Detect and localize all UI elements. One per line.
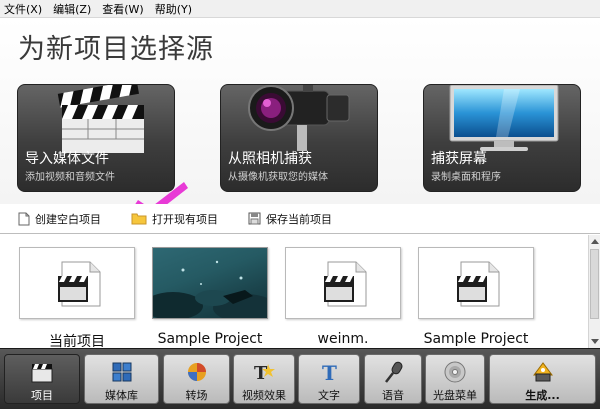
project-thumbnail: [285, 247, 401, 319]
project-thumbnail: [418, 247, 534, 319]
page-title: 为新项目选择源: [18, 34, 214, 65]
clapperboard-file-icon: [457, 261, 500, 307]
new-blank-project-button[interactable]: 创建空白项目: [18, 211, 101, 227]
transition-icon: [187, 363, 206, 381]
project-list-scrollbar[interactable]: [588, 235, 600, 348]
nav-project[interactable]: 项目: [4, 354, 80, 404]
new-blank-project-label: 创建空白项目: [35, 212, 101, 226]
monitor-icon: [449, 85, 559, 151]
project-thumbnail: [19, 247, 135, 319]
capture-screen-button[interactable]: 捕获屏幕 录制桌面和程序: [423, 84, 581, 192]
project-name: Sample Project: [423, 331, 529, 347]
text-icon: T: [322, 361, 337, 383]
project-list: 当前项目 Sample Project weinm. Sample Projec…: [0, 235, 588, 350]
import-media-button[interactable]: 导入媒体文件 添加视频和音频文件: [17, 84, 175, 192]
clapperboard-file-icon: [324, 261, 367, 307]
nav-produce[interactable]: 生成...: [489, 354, 596, 404]
open-project-button[interactable]: 打开现有项目: [131, 211, 218, 227]
scroll-down-arrow[interactable]: [591, 339, 599, 344]
nav-text-label: 文字: [318, 389, 340, 402]
menu-file[interactable]: 文件(X): [4, 1, 42, 17]
nav-narration-label: 语音: [382, 389, 404, 402]
scroll-thumb[interactable]: [590, 249, 599, 319]
underwater-photo: [152, 247, 268, 319]
nav-media-library-label: 媒体库: [105, 389, 138, 402]
nav-narration[interactable]: 语音: [364, 354, 422, 404]
source-area: 为新项目选择源 导入媒体文件 添加视频和音频文件 从照相机捕获 从摄像机获取您的…: [0, 18, 600, 216]
save-icon: [248, 212, 261, 225]
menu-view[interactable]: 查看(W): [102, 1, 143, 17]
video-effects-icon: T: [254, 363, 275, 383]
nav-video-effects-label: 视频效果: [242, 389, 286, 402]
blank-document-icon: [18, 212, 30, 225]
folder-icon: [131, 213, 147, 225]
project-toolbar: 创建空白项目 打开现有项目 保存当前项目: [0, 204, 600, 234]
nav-transitions[interactable]: 转场: [163, 354, 230, 404]
nav-text[interactable]: T 文字: [298, 354, 360, 404]
nav-disc-menu-label: 光盘菜单: [433, 389, 477, 402]
save-project-button[interactable]: 保存当前项目: [248, 211, 332, 227]
capture-screen-sub: 录制桌面和程序: [431, 172, 501, 183]
clapperboard-file-icon: [58, 261, 101, 307]
project-name: Sample Project: [157, 331, 263, 347]
camcorder-icon: [248, 85, 350, 151]
open-project-label: 打开现有项目: [152, 212, 218, 226]
nav-produce-label: 生成...: [525, 389, 560, 402]
menu-edit[interactable]: 编辑(Z): [53, 1, 91, 17]
clapperboard-icon: [57, 85, 144, 153]
media-library-icon: [112, 362, 131, 382]
nav-project-label: 项目: [31, 389, 53, 402]
nav-video-effects[interactable]: T 视频效果: [233, 354, 295, 404]
microphone-icon: [385, 361, 403, 383]
menu-bar: 文件(X) 编辑(Z) 查看(W) 帮助(Y): [0, 0, 600, 18]
nav-media-library[interactable]: 媒体库: [84, 354, 159, 404]
save-project-label: 保存当前项目: [266, 212, 332, 226]
clapperboard-icon: [31, 364, 53, 383]
import-media-label: 导入媒体文件: [25, 151, 109, 167]
nav-disc-menu[interactable]: 光盘菜单: [425, 354, 485, 404]
capture-camera-button[interactable]: 从照相机捕获 从摄像机获取您的媒体: [220, 84, 378, 192]
project-name: weinm.: [317, 331, 369, 347]
disc-icon: [444, 361, 466, 383]
produce-icon: [532, 362, 553, 382]
capture-screen-label: 捕获屏幕: [431, 151, 487, 167]
scroll-up-arrow[interactable]: [591, 239, 599, 244]
nav-transitions-label: 转场: [185, 389, 208, 402]
svg-text:T: T: [322, 361, 337, 383]
menu-help[interactable]: 帮助(Y): [155, 1, 192, 17]
capture-camera-label: 从照相机捕获: [228, 151, 312, 167]
bottom-nav: 项目 媒体库 转场 T 视频效果 T 文字 语音 光盘菜单 生成...: [0, 348, 600, 409]
capture-camera-sub: 从摄像机获取您的媒体: [228, 172, 328, 183]
